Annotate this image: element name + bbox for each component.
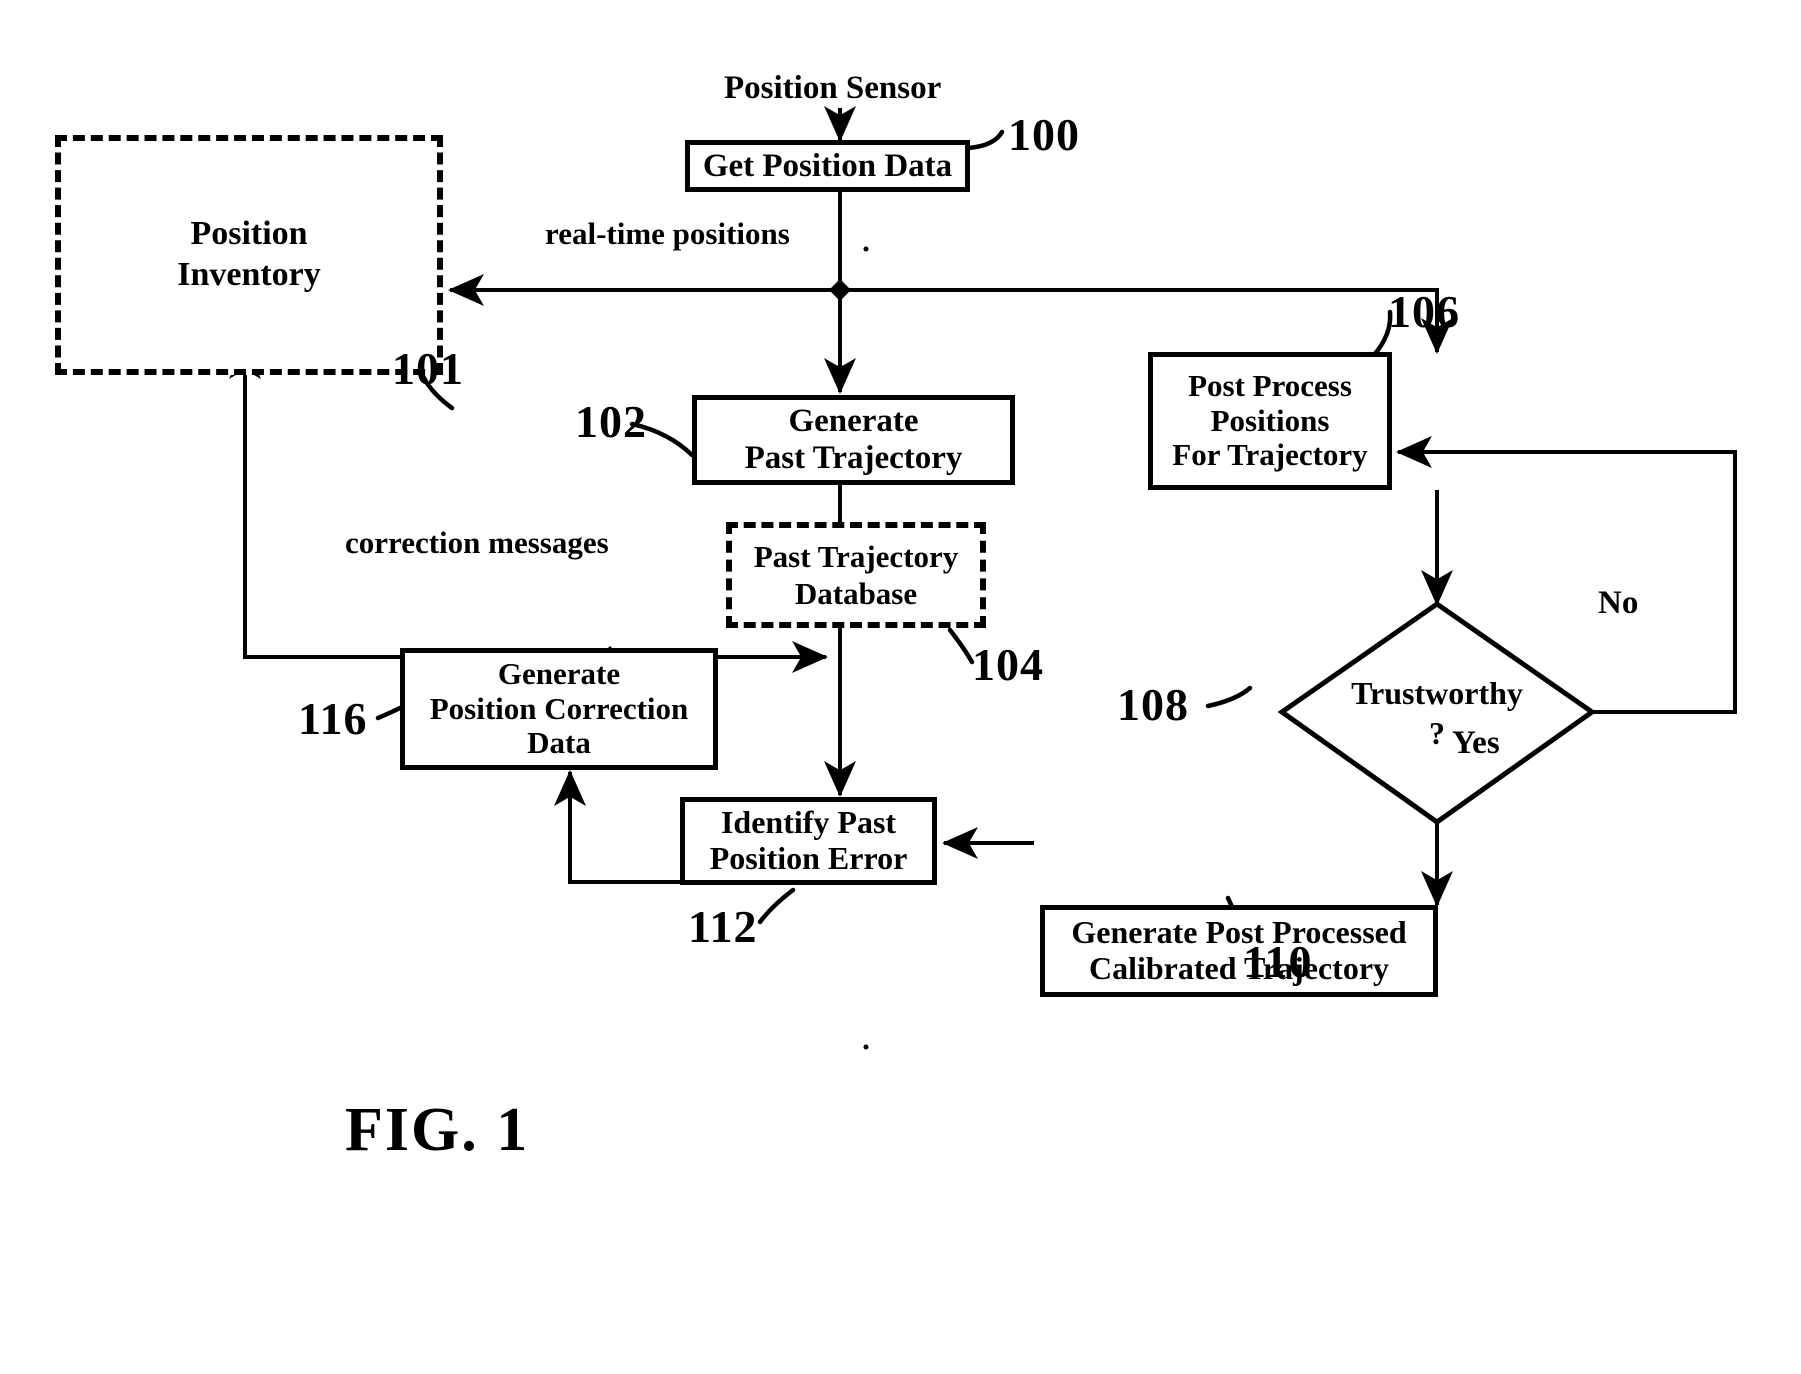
decision-no-label: No: [1598, 585, 1639, 621]
node-label-line: Positions: [1210, 402, 1330, 438]
node-label-line: Generate: [497, 655, 621, 691]
node-label-line: Get Position Data: [702, 147, 953, 184]
node-label-line: Database: [794, 576, 918, 611]
node-label-line: Post Process: [1188, 367, 1352, 403]
node-label-line: Identify Past: [720, 804, 897, 841]
node-label-line: Past Trajectory: [753, 538, 959, 574]
node-label-line: Past Trajectory: [744, 440, 963, 476]
correction-messages-label: correction messages: [345, 525, 609, 560]
node-label-line: ?: [1429, 715, 1445, 751]
real-time-positions-label: real-time positions: [545, 216, 790, 251]
node-position-inventory[interactable]: Position Inventory: [55, 135, 443, 375]
ref-number-104: 104: [972, 639, 1044, 690]
leader-108: [1205, 685, 1253, 709]
node-label-line: Position Error: [709, 840, 908, 876]
edge-junction-to-106: [840, 288, 1453, 354]
node-get-position-data[interactable]: Get Position Data: [685, 140, 970, 192]
node-generate-position-correction-data[interactable]: Generate Position Correction Data: [400, 648, 718, 770]
ref-number-101: 101: [392, 343, 464, 394]
junction-dot-realtime: [829, 279, 851, 301]
ref-number-112: 112: [688, 901, 758, 952]
decision-yes-label: Yes: [1452, 725, 1500, 761]
figure-caption: FIG. 1: [345, 1096, 530, 1164]
leader-104: [947, 627, 975, 665]
node-identify-past-position-error[interactable]: Identify Past Position Error: [680, 797, 937, 885]
node-label-line: Trustworthy: [1351, 675, 1523, 711]
position-sensor-label: Position Sensor: [724, 70, 942, 106]
node-label-line: Data: [527, 725, 591, 761]
ref-number-116: 116: [298, 693, 368, 744]
node-label-line: Position Correction: [429, 690, 689, 726]
ref-number-102: 102: [575, 396, 647, 447]
leader-100: [965, 129, 1005, 151]
ref-number-110: 110: [1243, 936, 1313, 987]
node-past-trajectory-database[interactable]: Past Trajectory Database: [726, 522, 986, 628]
ref-number-108: 108: [1117, 679, 1189, 730]
node-generate-past-trajectory[interactable]: Generate Past Trajectory: [692, 395, 1015, 485]
node-label-line: Generate: [788, 403, 919, 440]
scan-speck-a: [863, 246, 869, 252]
node-label-line: Generate Post Processed: [1071, 914, 1407, 951]
leader-112: [757, 887, 796, 925]
node-label-line: Calibrated Trajectory: [1088, 950, 1390, 986]
figure-canvas: Position Sensor Position Inventory 101 G…: [0, 0, 1801, 1374]
node-post-process-positions[interactable]: Post Process Positions For Trajectory: [1148, 352, 1392, 490]
node-generate-post-processed-trajectory[interactable]: Generate Post Processed Calibrated Traje…: [1040, 905, 1438, 997]
node-label-line: Inventory: [177, 256, 321, 293]
leader-116: [375, 705, 403, 721]
node-trustworthy-decision[interactable]: Trustworthy ?: [1282, 604, 1592, 822]
ref-number-100: 100: [1008, 109, 1080, 160]
node-label-line: Position: [190, 215, 308, 253]
node-label-line: For Trajectory: [1172, 437, 1368, 473]
scan-speck-b: [863, 1044, 869, 1050]
ref-number-106: 106: [1388, 286, 1460, 337]
